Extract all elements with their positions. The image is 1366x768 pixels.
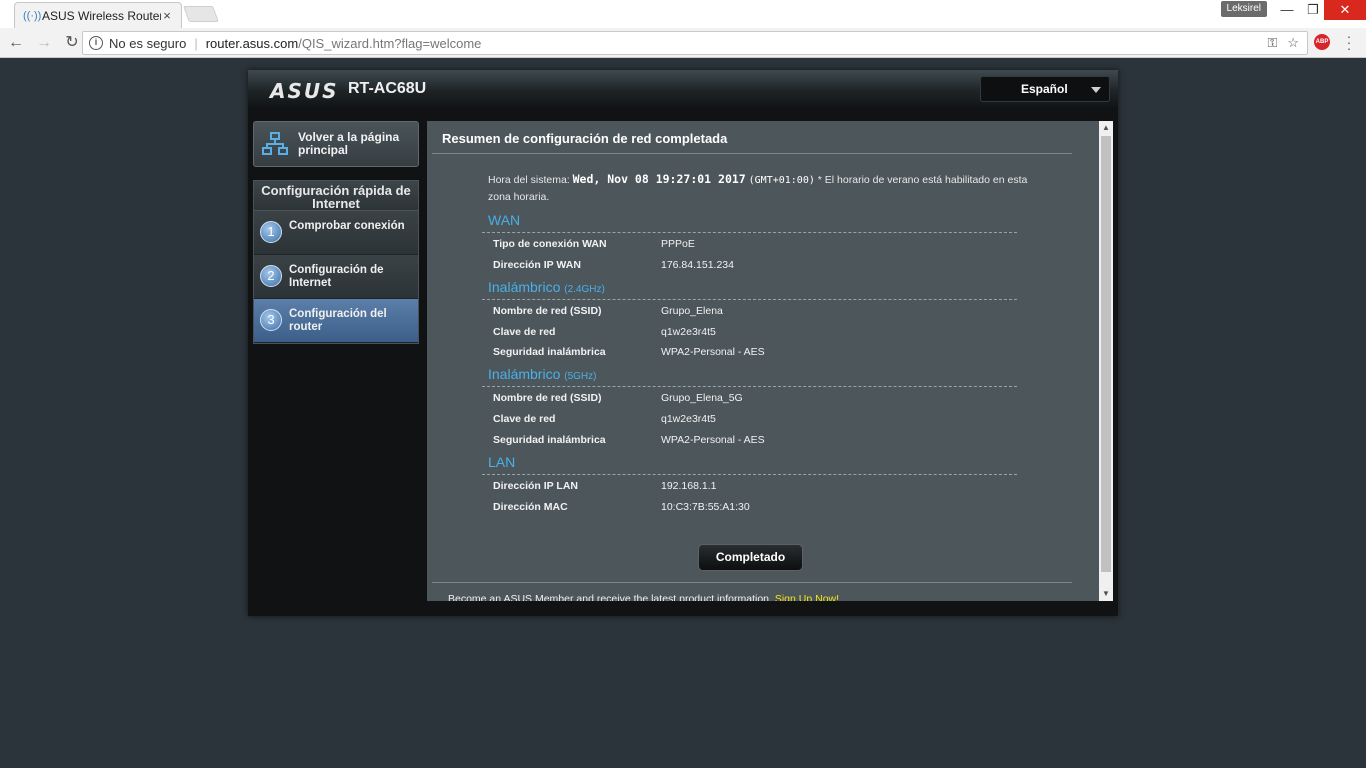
section-divider (482, 386, 1017, 387)
language-select[interactable]: Español (980, 76, 1110, 102)
browser-tab[interactable]: ((·)) ASUS Wireless Router RT × (14, 2, 182, 28)
section-divider (482, 299, 1017, 300)
step-router-setup[interactable]: 3 Configuración del router (254, 299, 418, 343)
qis-steps-panel: Configuración rápida de Internet 1 Compr… (253, 180, 419, 344)
row-value: Grupo_Elena_5G (661, 392, 743, 404)
scroll-up-icon[interactable]: ▲ (1099, 121, 1113, 135)
new-tab-button[interactable] (183, 6, 219, 22)
back-to-home-button[interactable]: Volver a la página principal (253, 121, 419, 167)
window-close-icon[interactable]: ✕ (1324, 0, 1366, 20)
step-internet-setup[interactable]: 2 Configuración de Internet (254, 255, 418, 299)
done-button[interactable]: Completado (698, 544, 803, 571)
system-time: Hora del sistema: Wed, Nov 08 19:27:01 2… (488, 171, 1048, 205)
reload-icon[interactable]: ↻ (60, 31, 84, 55)
time-value: Wed, Nov 08 19:27:01 2017 (572, 172, 746, 186)
row-label: Dirección IP WAN (493, 259, 581, 271)
star-icon[interactable]: ☆ (1287, 35, 1299, 51)
step-label: Comprobar conexión (289, 220, 405, 232)
wireless-24-heading: Inalámbrico (2.4GHz) (488, 279, 605, 295)
profile-badge[interactable]: Leksirel (1220, 1, 1267, 17)
language-value: Español (1021, 82, 1068, 96)
row-value: 10:C3:7B:55:A1:30 (661, 501, 750, 513)
adblock-icon[interactable]: ABP (1314, 34, 1330, 50)
url-path[interactable]: /QIS_wizard.htm?flag=welcome (298, 36, 481, 51)
wifi-icon: ((·)) (23, 9, 42, 22)
info-icon[interactable]: i (89, 36, 103, 50)
sign-up-link[interactable]: Sign Up Now! (775, 593, 839, 601)
address-bar[interactable]: i No es seguro | router.asus.com /QIS_wi… (82, 31, 1308, 55)
network-icon (262, 132, 288, 155)
lan-heading: LAN (488, 454, 516, 470)
footer-text: Become an ASUS Member and receive the la… (448, 593, 772, 601)
step-label: Configuración de Internet (289, 264, 384, 289)
row-label: Clave de red (493, 413, 556, 425)
step-check-connection[interactable]: 1 Comprobar conexión (254, 211, 418, 255)
row-value: q1w2e3r4t5 (661, 326, 716, 338)
step-label: Configuración del router (289, 308, 387, 333)
row-value: Grupo_Elena (661, 305, 723, 317)
url-host[interactable]: router.asus.com (206, 36, 299, 51)
key-icon[interactable]: ⚿ (1267, 35, 1277, 51)
browser-toolbar: ← → ↻ i No es seguro | router.asus.com /… (0, 28, 1366, 58)
row-value: WPA2-Personal - AES (661, 434, 765, 446)
back-icon[interactable]: ← (4, 31, 28, 55)
home-label: Volver a la página principal (298, 130, 400, 157)
minimize-icon[interactable]: — (1272, 0, 1302, 20)
qis-title: Configuración rápida de Internet (254, 181, 418, 211)
step-number: 3 (260, 309, 282, 331)
forward-icon[interactable]: → (32, 31, 56, 55)
row-label: Seguridad inalámbrica (493, 346, 606, 358)
wireless-5-heading: Inalámbrico (5GHz) (488, 366, 597, 382)
router-page: ASUS RT-AC68U Español Volver a la página… (248, 70, 1118, 616)
scroll-thumb[interactable] (1101, 136, 1111, 572)
summary-panel: Resumen de configuración de red completa… (427, 121, 1099, 601)
row-value: WPA2-Personal - AES (661, 346, 765, 358)
tab-close-icon[interactable]: × (161, 8, 173, 23)
row-value: q1w2e3r4t5 (661, 413, 716, 425)
step-number: 2 (260, 265, 282, 287)
row-label: Clave de red (493, 326, 556, 338)
wan-heading: WAN (488, 212, 521, 228)
router-header: ASUS RT-AC68U Español (248, 70, 1118, 108)
row-label: Dirección IP LAN (493, 480, 578, 492)
restore-icon[interactable]: ❐ (1302, 0, 1324, 20)
row-value: PPPoE (661, 238, 695, 250)
row-label: Dirección MAC (493, 501, 568, 513)
row-label: Seguridad inalámbrica (493, 434, 606, 446)
row-label: Nombre de red (SSID) (493, 392, 602, 404)
row-label: Nombre de red (SSID) (493, 305, 602, 317)
section-divider (482, 232, 1017, 233)
section-divider (482, 474, 1017, 475)
step-number: 1 (260, 221, 282, 243)
chevron-down-icon (1091, 87, 1101, 93)
row-value: 176.84.151.234 (661, 259, 734, 271)
tab-title: ASUS Wireless Router RT (42, 8, 161, 23)
security-label[interactable]: No es seguro (109, 36, 186, 51)
footer-divider (432, 582, 1072, 583)
row-value: 192.168.1.1 (661, 480, 717, 492)
tab-strip: ((·)) ASUS Wireless Router RT × Leksirel… (0, 0, 1366, 28)
vertical-scrollbar[interactable]: ▲ ▼ (1099, 121, 1113, 601)
time-prefix: Hora del sistema: (488, 174, 570, 186)
time-zone: (GMT+01:00) (748, 175, 815, 186)
separator: | (194, 35, 198, 51)
page-title: Resumen de configuración de red completa… (442, 131, 728, 146)
scroll-down-icon[interactable]: ▼ (1099, 587, 1113, 601)
asus-logo: ASUS (270, 79, 339, 103)
menu-icon[interactable]: · · · (1345, 29, 1353, 55)
member-footer: Become an ASUS Member and receive the la… (448, 593, 839, 601)
router-model: RT-AC68U (348, 80, 427, 97)
row-label: Tipo de conexión WAN (493, 238, 607, 250)
title-divider (432, 153, 1072, 154)
